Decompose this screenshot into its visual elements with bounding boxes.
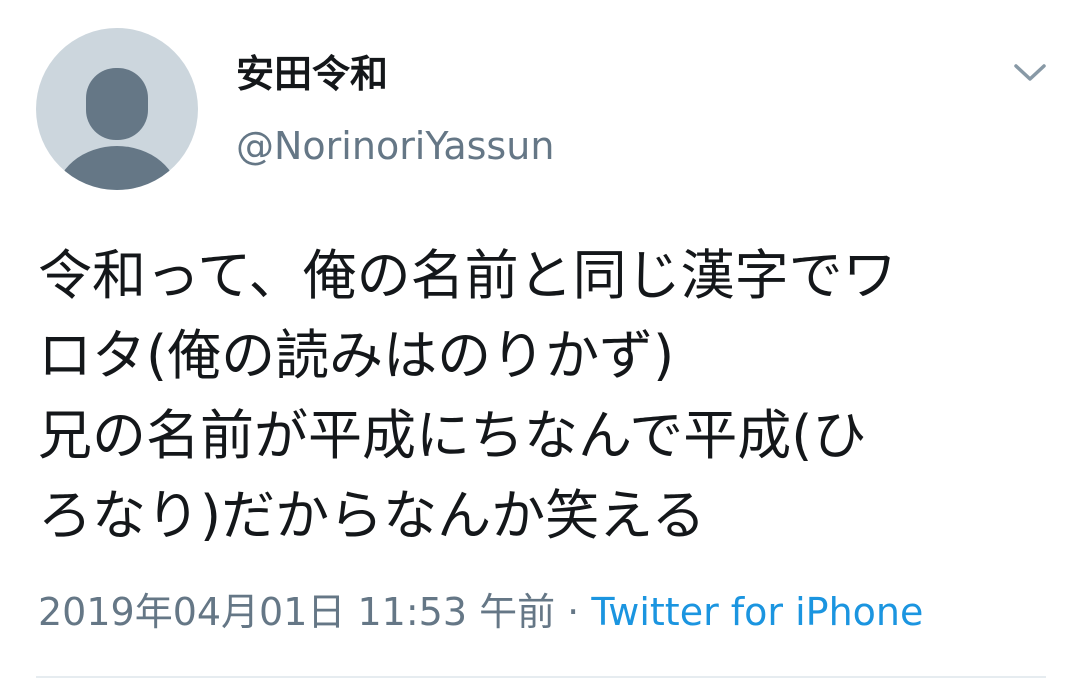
tweet-text-line: ろなり)だからなんか笑える bbox=[38, 484, 706, 547]
tweet-text-line: ロタ(俺の読みはのりかず) bbox=[38, 324, 675, 387]
tweet-text-line: 令和って、俺の名前と同じ漢字でワ bbox=[38, 244, 897, 307]
display-name[interactable]: 安田令和 bbox=[236, 52, 388, 98]
divider bbox=[36, 676, 1046, 678]
user-handle[interactable]: @NorinoriYassun bbox=[236, 124, 554, 170]
tweet-menu-button[interactable] bbox=[1008, 56, 1052, 88]
tweet-card: 安田令和 @NorinoriYassun 令和って、俺の名前と同じ漢字でワ ロタ… bbox=[0, 0, 1080, 680]
tweet-source-link[interactable]: Twitter for iPhone bbox=[591, 590, 923, 634]
tweet-text: 令和って、俺の名前と同じ漢字でワ ロタ(俺の読みはのりかず) 兄の名前が平成にち… bbox=[38, 236, 1048, 556]
tweet-text-line: 兄の名前が平成にちなんで平成(ひ bbox=[38, 404, 867, 467]
meta-separator: · bbox=[555, 590, 592, 634]
chevron-down-icon bbox=[1014, 64, 1046, 81]
default-avatar-icon bbox=[55, 68, 179, 190]
avatar[interactable] bbox=[36, 28, 198, 190]
tweet-meta: 2019年04月01日 11:53 午前 · Twitter for iPhon… bbox=[38, 586, 923, 638]
tweet-timestamp[interactable]: 2019年04月01日 11:53 午前 bbox=[38, 590, 555, 634]
